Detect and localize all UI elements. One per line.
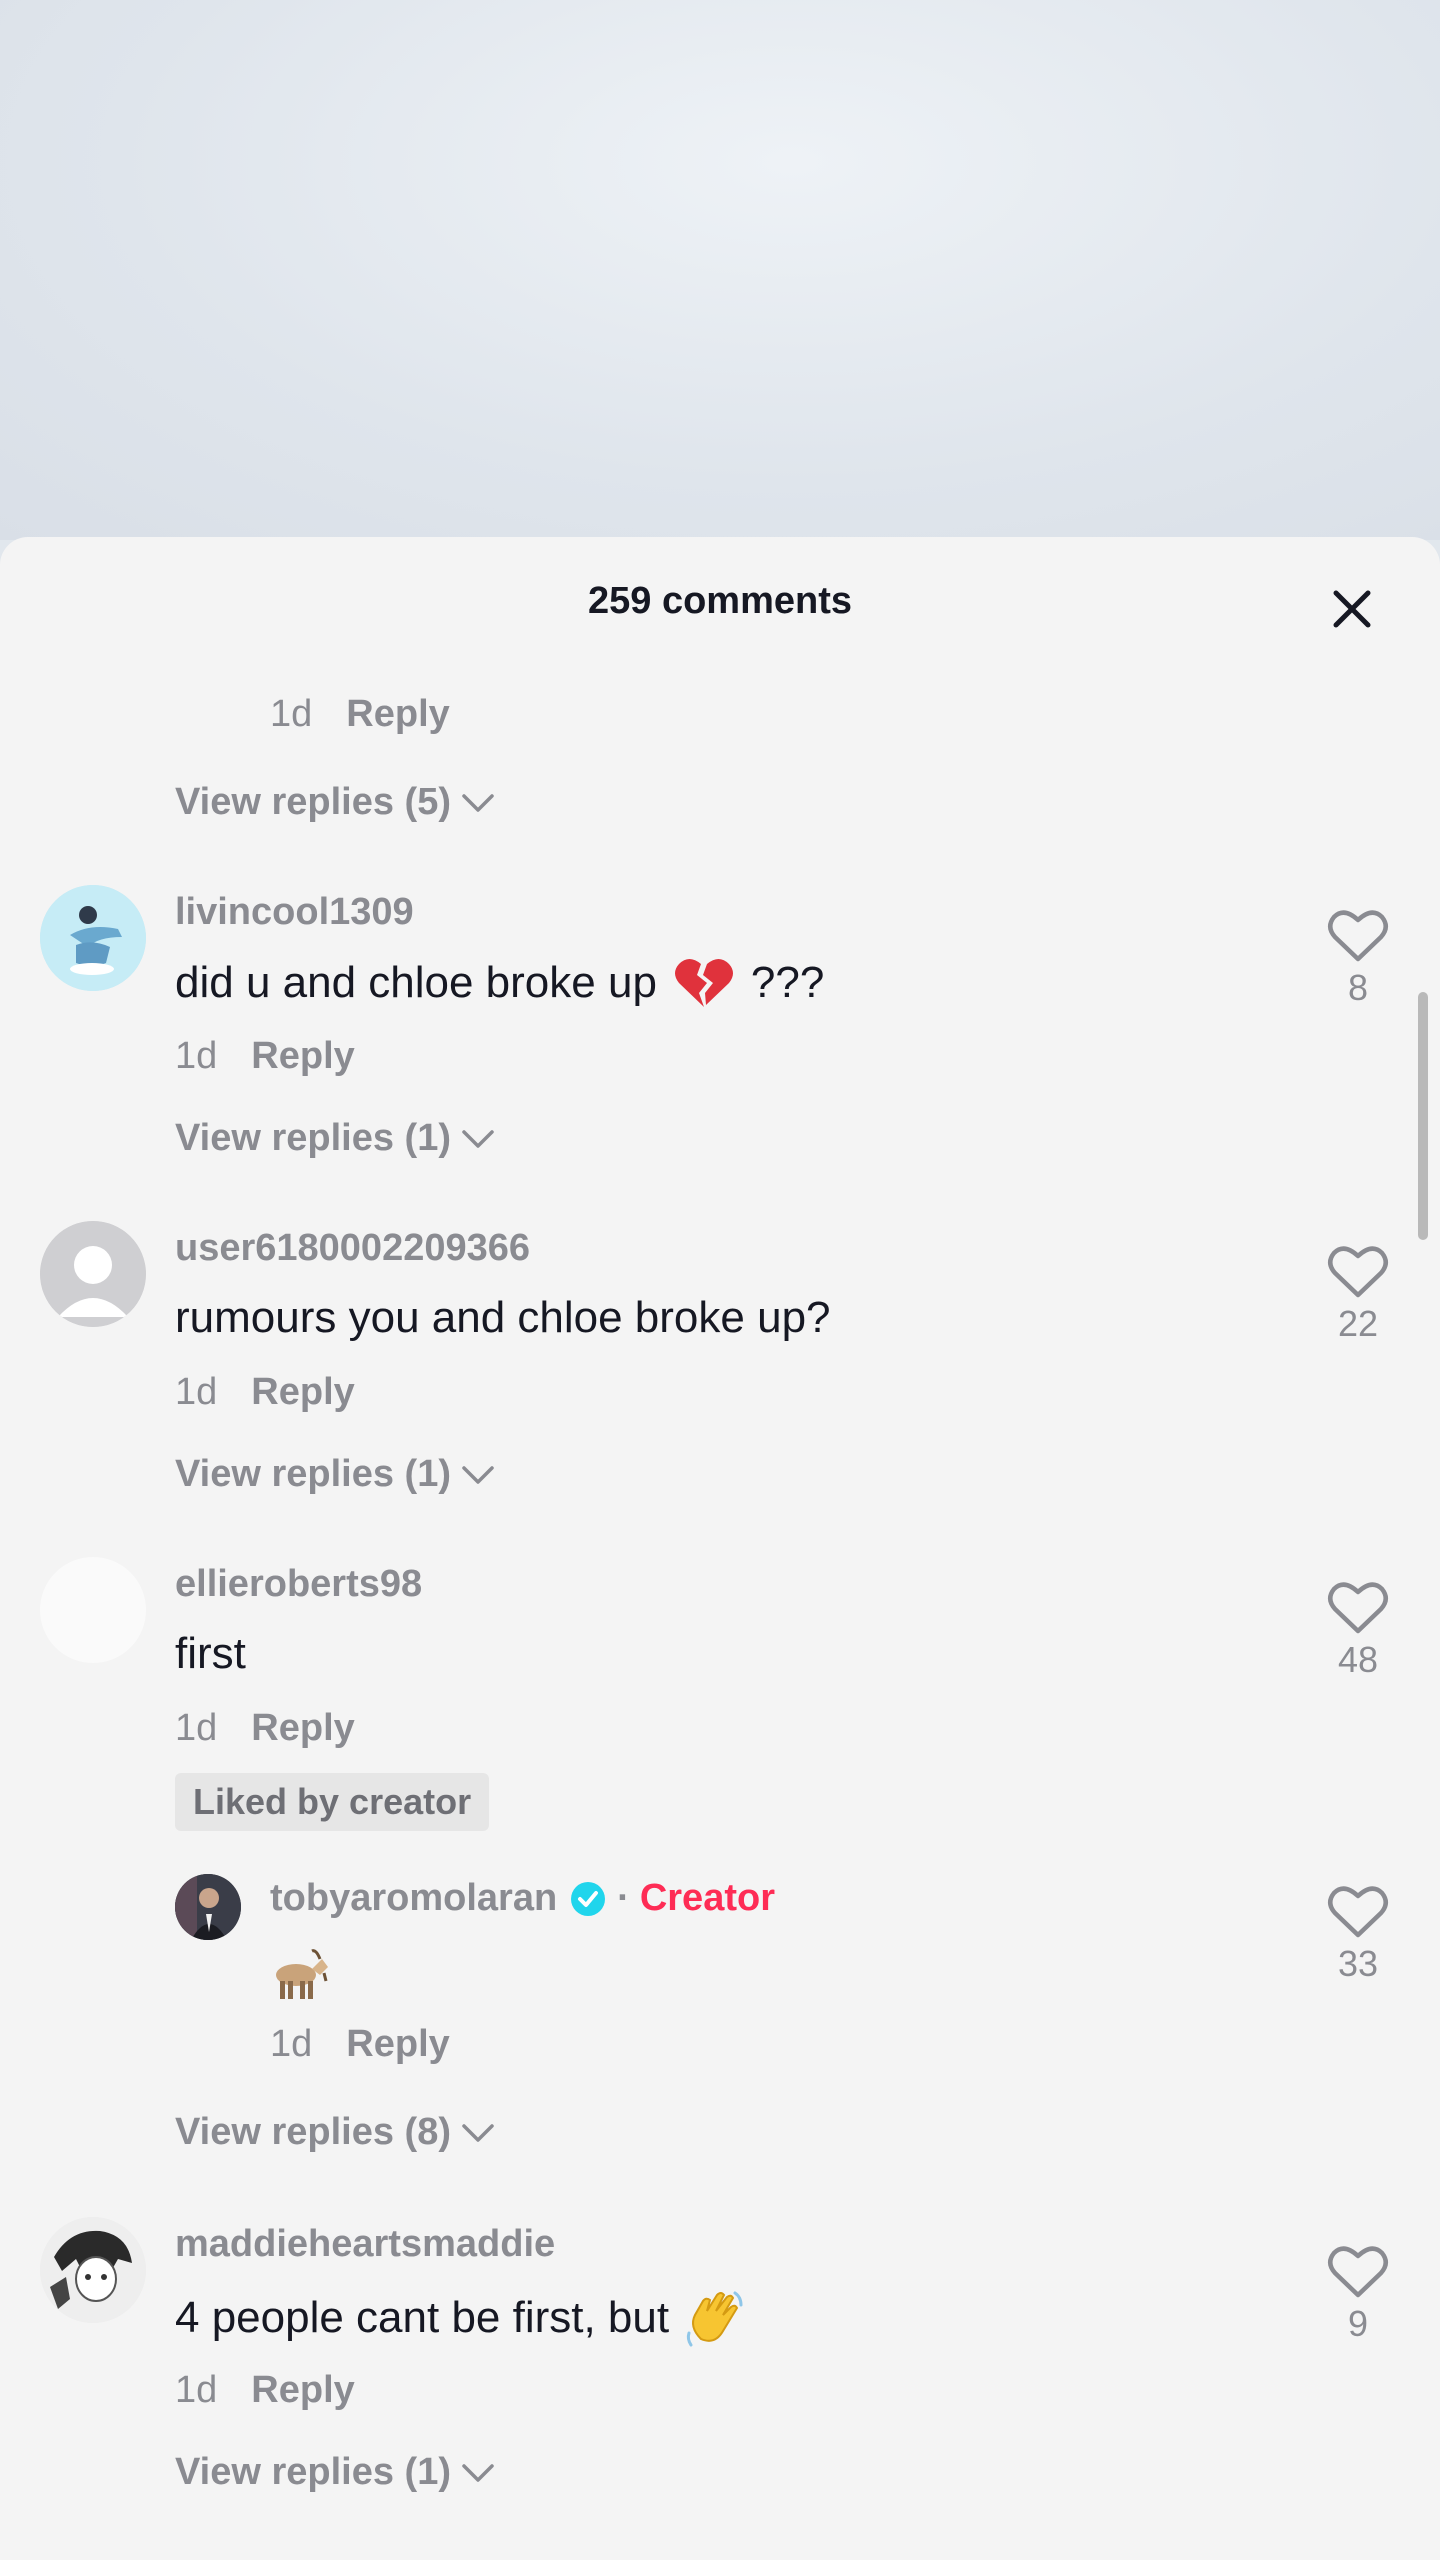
chevron-down-icon — [462, 2463, 494, 2482]
avatar-photo — [175, 1874, 241, 1940]
like-count: 33 — [1337, 1943, 1379, 1984]
reply-button[interactable]: Reply — [251, 1371, 354, 1414]
view-replies-button[interactable]: View replies (1) — [175, 1117, 495, 1160]
default-avatar-icon — [40, 1221, 146, 1327]
comment-time: 1d — [270, 2023, 313, 2065]
heart-outline-icon — [1328, 1886, 1388, 1938]
reply-button[interactable]: Reply — [346, 2023, 449, 2066]
comments-sheet: 259 comments 1d Reply View replies (5) l… — [0, 537, 1440, 2560]
comment-time: 1d — [175, 1707, 218, 1749]
avatar[interactable] — [40, 2217, 146, 2323]
view-replies-button[interactable]: View replies (8) — [175, 2111, 495, 2154]
avatar-illustration — [40, 885, 146, 991]
close-button[interactable] — [1322, 579, 1382, 639]
avatar[interactable] — [40, 1221, 146, 1327]
comment-text: rumours you and chloe broke up? — [175, 1293, 831, 1343]
like-count: 9 — [1347, 2303, 1369, 2344]
avatar[interactable] — [40, 1557, 146, 1663]
comment-time: 1d — [270, 693, 313, 735]
like-button[interactable]: 9 — [1308, 2243, 1408, 2345]
comments-header: 259 comments — [0, 537, 1440, 669]
scrollbar[interactable] — [1418, 992, 1428, 1240]
comment-time: 1d — [175, 2369, 218, 2411]
reply-meta: 1d Reply — [270, 2023, 450, 2066]
comment-username[interactable]: user6180002209366 — [175, 1227, 530, 1270]
comment-text: 4 people cant be first, but — [175, 2287, 747, 2349]
view-replies-button[interactable]: View replies (1) — [175, 1453, 495, 1496]
comment-username[interactable]: maddieheartsmaddie — [175, 2223, 555, 2266]
chevron-down-icon — [462, 1129, 494, 1148]
view-replies-label: View replies (5) — [175, 781, 451, 823]
comment-body: rumours you and chloe broke up? — [175, 1293, 831, 1342]
heart-outline-icon — [1328, 910, 1388, 962]
chevron-down-icon — [462, 2123, 494, 2142]
separator-dot: · — [617, 1877, 630, 1919]
view-replies-label: View replies (1) — [175, 2451, 451, 2493]
close-icon — [1333, 590, 1371, 628]
creator-label: Creator — [639, 1877, 775, 1919]
chevron-down-icon — [462, 793, 494, 812]
comment-time: 1d — [175, 1371, 218, 1413]
reply-button[interactable]: Reply — [251, 1707, 354, 1750]
verified-badge-icon — [569, 1880, 607, 1918]
goat-emoji-icon — [268, 1945, 330, 2006]
like-count: 22 — [1337, 1303, 1379, 1344]
comment-body-suffix: ??? — [750, 958, 825, 1007]
comment-body: 4 people cant be first, but — [175, 2293, 670, 2342]
broken-heart-icon — [674, 959, 733, 1007]
comment-text: did u and chloe broke up ??? — [175, 955, 824, 1011]
comment-username[interactable]: livincool1309 — [175, 891, 414, 934]
like-count: 48 — [1337, 1639, 1379, 1680]
heart-outline-icon — [1328, 1582, 1388, 1634]
comment-username[interactable]: ellieroberts98 — [175, 1563, 422, 1606]
heart-outline-icon — [1328, 1246, 1388, 1298]
partial-comment-meta: 1d Reply — [270, 693, 450, 736]
video-backdrop — [0, 0, 1440, 540]
reply-button[interactable]: Reply — [251, 1035, 354, 1078]
comment-body: did u and chloe broke up — [175, 958, 657, 1007]
reply-button[interactable]: Reply — [346, 693, 449, 736]
waving-hand-icon — [686, 2291, 743, 2347]
like-button[interactable]: 8 — [1308, 907, 1408, 1009]
like-button[interactable]: 22 — [1308, 1243, 1408, 1345]
comment-meta: 1d Reply — [175, 1035, 355, 1078]
liked-by-creator-badge: Liked by creator — [175, 1773, 490, 1831]
like-button[interactable]: 48 — [1308, 1579, 1408, 1681]
reply-button[interactable]: Reply — [251, 2369, 354, 2412]
comment-meta: 1d Reply — [175, 1707, 355, 1750]
chevron-down-icon — [462, 1465, 494, 1484]
comment-time: 1d — [175, 1035, 218, 1077]
comment-meta: 1d Reply — [175, 2369, 355, 2412]
view-replies-label: View replies (8) — [175, 2111, 451, 2153]
comment-meta: 1d Reply — [175, 1371, 355, 1414]
creator-reply-header: tobyaromolaran · Creator — [270, 1877, 775, 1920]
reply-username[interactable]: tobyaromolaran — [270, 1877, 557, 1920]
avatar-illustration — [40, 2217, 146, 2323]
view-replies-button[interactable]: View replies (5) — [175, 781, 495, 824]
like-button[interactable]: 33 — [1308, 1883, 1408, 1985]
like-count: 8 — [1347, 967, 1369, 1008]
comments-count-title: 259 comments — [587, 580, 852, 622]
view-replies-label: View replies (1) — [175, 1117, 451, 1159]
comment-text: first — [175, 1629, 246, 1679]
avatar[interactable] — [40, 885, 146, 991]
view-replies-button[interactable]: View replies (1) — [175, 2451, 495, 2494]
view-replies-label: View replies (1) — [175, 1453, 451, 1495]
heart-outline-icon — [1328, 2246, 1388, 2298]
creator-avatar[interactable] — [175, 1874, 241, 1940]
comment-body: first — [175, 1629, 246, 1678]
